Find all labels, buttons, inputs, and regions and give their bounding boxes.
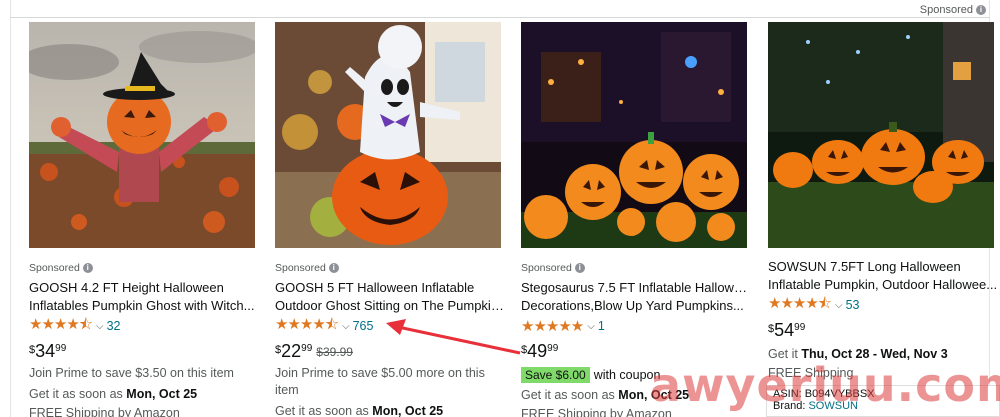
delivery-date: Get it as soon as Mon, Oct 25 <box>29 387 198 401</box>
save-badge[interactable]: Save $6.00 <box>521 367 590 383</box>
shipping: FREE Shipping by Amazon <box>29 406 180 417</box>
star-rating-icon[interactable]: ★★★★⯪ <box>29 314 93 339</box>
sponsored-label[interactable]: Sponsored i <box>29 262 261 274</box>
annotation-arrow <box>386 319 521 355</box>
product-image[interactable] <box>275 22 501 248</box>
product-title[interactable]: GOOSH 5 FT Halloween Inflatable <box>275 279 507 297</box>
product-title-cont[interactable]: Inflatable Pumpkin, Outdoor Hallowee... <box>768 276 1000 294</box>
star-rating-icon[interactable]: ★★★★⯪ <box>275 314 339 339</box>
product-title-cont[interactable]: Inflatables Pumpkin Ghost with Witch... <box>29 297 261 315</box>
product-title-cont[interactable]: Outdoor Ghost Sitting on The Pumpkin... <box>275 297 507 315</box>
list-price: $39.99 <box>316 345 353 359</box>
chevron-down-icon[interactable]: ⌵ <box>835 300 843 311</box>
star-rating-icon[interactable]: ★★★★⯪ <box>768 293 832 318</box>
product-card: SOWSUN 7.5FT Long Halloween Inflatable P… <box>768 22 1000 382</box>
sponsored-label-top[interactable]: Sponsored i <box>920 4 986 16</box>
prime-savings: Join Prime to save $3.50 on this item <box>29 366 234 380</box>
prime-savings-cont: item <box>275 383 299 397</box>
product-title[interactable]: SOWSUN 7.5FT Long Halloween <box>768 258 1000 276</box>
product-title[interactable]: GOOSH 4.2 FT Height Halloween <box>29 279 261 297</box>
sponsored-label[interactable]: Sponsored i <box>521 262 753 274</box>
info-icon[interactable]: i <box>574 263 585 273</box>
rating[interactable]: ★★★★★ ⌵ 1 <box>521 317 753 335</box>
rating[interactable]: ★★★★⯪ ⌵ 32 <box>29 316 261 335</box>
product-image[interactable] <box>521 22 747 248</box>
rating[interactable]: ★★★★⯪ ⌵ 53 <box>768 295 1000 314</box>
divider <box>10 17 990 18</box>
product-title-cont[interactable]: Decorations,Blow Up Yard Pumpkins... <box>521 297 753 315</box>
rating-count[interactable]: 32 <box>107 319 121 333</box>
rating-count[interactable]: 53 <box>846 298 860 312</box>
product-card: Sponsored i GOOSH 4.2 FT Height Halloween… <box>29 22 261 417</box>
info-icon[interactable]: i <box>976 5 986 15</box>
price[interactable]: $ 54 99 <box>768 320 1000 342</box>
product-title[interactable]: Stegosaurus 7.5 FT Inflatable Halloween <box>521 279 753 297</box>
product-image[interactable] <box>29 22 255 248</box>
rating-count[interactable]: 1 <box>598 319 605 333</box>
watermark: awyeriuu.com <box>650 358 1000 412</box>
price[interactable]: $ 34 99 <box>29 341 261 363</box>
rating-count[interactable]: 765 <box>353 319 374 333</box>
chevron-down-icon[interactable]: ⌵ <box>587 321 595 332</box>
star-rating-icon[interactable]: ★★★★★ <box>521 317 584 335</box>
info-icon[interactable]: i <box>328 263 339 273</box>
product-image[interactable] <box>768 22 994 248</box>
chevron-down-icon[interactable]: ⌵ <box>342 321 350 332</box>
sponsored-label[interactable]: Sponsored i <box>275 262 507 274</box>
delivery-date: Get it as soon as Mon, Oct 25 <box>275 404 444 417</box>
prime-savings: Join Prime to save $5.00 more on this <box>275 366 485 380</box>
chevron-down-icon[interactable]: ⌵ <box>96 321 104 332</box>
info-icon[interactable]: i <box>82 263 93 273</box>
